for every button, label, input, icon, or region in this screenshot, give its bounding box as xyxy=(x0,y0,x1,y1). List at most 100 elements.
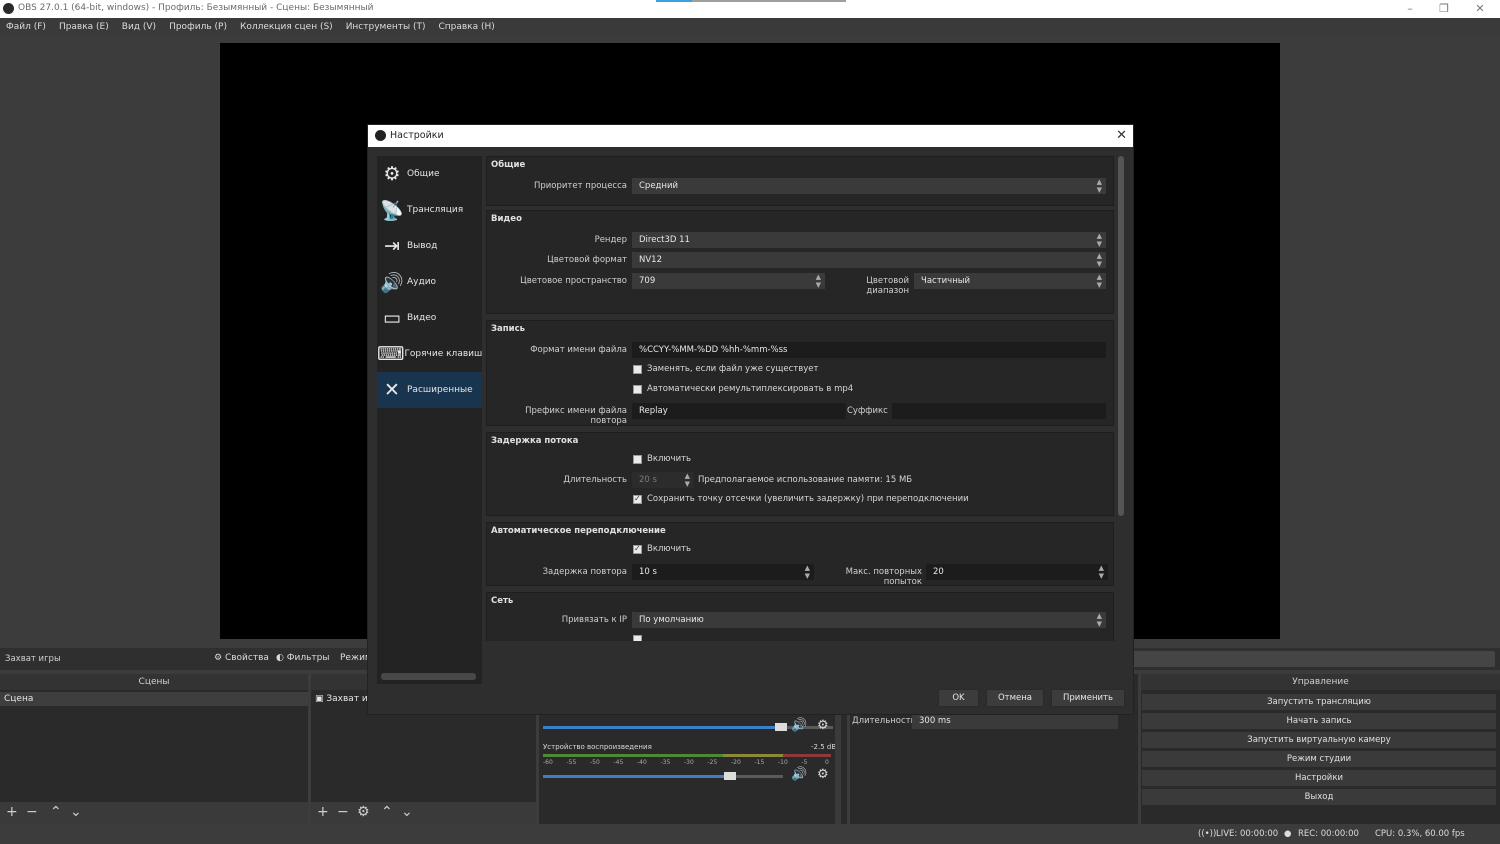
minimize-button[interactable]: – xyxy=(1400,2,1420,16)
menu-help[interactable]: Справка (H) xyxy=(438,22,494,32)
start-streaming-button[interactable]: Запустить трансляцию xyxy=(1142,694,1496,710)
category-label: Аудио xyxy=(407,277,437,287)
broadcast-icon: 📡 xyxy=(380,199,404,222)
meter-tick-label: 0 xyxy=(825,759,829,766)
preserve-cutoff-checkbox[interactable] xyxy=(633,494,642,504)
overwrite-label: Заменять, если файл уже существует xyxy=(647,364,819,374)
menu-edit[interactable]: Правка (E) xyxy=(59,22,109,32)
speaker-icon[interactable]: 🔊 xyxy=(791,767,807,782)
add-icon[interactable]: + xyxy=(317,804,329,820)
add-icon[interactable]: + xyxy=(6,804,18,820)
category-label: Трансляция xyxy=(407,205,464,215)
updown-icon: ▲ ▼ xyxy=(804,564,810,580)
exit-button[interactable]: Выход xyxy=(1142,789,1496,805)
volume-slider-handle[interactable] xyxy=(774,723,787,731)
filename-format-input[interactable]: %CCYY-%MM-%DD %hh-%mm-%ss xyxy=(632,342,1106,358)
gear-icon[interactable]: ⚙ xyxy=(817,718,829,733)
updown-icon: ▲ ▼ xyxy=(1096,273,1102,289)
start-virtual-camera-button[interactable]: Запустить виртуальную камеру xyxy=(1142,732,1496,748)
category-hotkeys[interactable]: ⌨ Горячие клавиши xyxy=(377,336,482,372)
category-general[interactable]: ⚙ Общие xyxy=(377,156,482,192)
menu-scene-collection[interactable]: Коллекция сцен (S) xyxy=(240,22,333,32)
cancel-button[interactable]: Отмена xyxy=(986,689,1044,707)
advanced-settings-panel: Общие Приоритет процесса Средний ▲ ▼ Виде… xyxy=(486,156,1114,641)
color-space-select[interactable]: 709 ▲ ▼ xyxy=(632,273,825,289)
menu-profile[interactable]: Профиль (P) xyxy=(169,22,227,32)
category-video[interactable]: ▭ Видео xyxy=(377,300,482,336)
replay-prefix-input[interactable]: Replay xyxy=(632,403,846,419)
suffix-input[interactable] xyxy=(892,403,1106,419)
close-icon[interactable]: ✕ xyxy=(1116,128,1127,143)
color-format-select[interactable]: NV12 ▲ ▼ xyxy=(632,252,1106,268)
category-audio[interactable]: 🔊 Аудио xyxy=(377,264,482,300)
renderer-select[interactable]: Direct3D 11 ▲ ▼ xyxy=(632,232,1106,248)
suffix-label: Суффикс xyxy=(847,406,888,416)
sources-footer: + − ⚙ ⌃ ⌄ xyxy=(311,802,536,824)
remove-icon[interactable]: − xyxy=(26,804,38,820)
network-option-checkbox[interactable] xyxy=(633,635,642,641)
updown-icon: ▲ ▼ xyxy=(1096,232,1102,248)
meter-tick-label: -50 xyxy=(590,759,600,766)
bind-ip-value: По умолчанию xyxy=(639,615,704,625)
controls-header: Управление xyxy=(1141,674,1500,690)
reconnect-enable-checkbox[interactable] xyxy=(633,544,642,554)
transition-duration-input[interactable]: 300 ms xyxy=(912,713,1118,729)
max-retries-input[interactable]: 20 ▲ ▼ xyxy=(926,564,1108,580)
meter-tick-label: -15 xyxy=(754,759,765,766)
start-recording-button[interactable]: Начать запись xyxy=(1142,713,1496,729)
filters-button[interactable]: ◐ Фильтры xyxy=(276,653,329,663)
scene-item[interactable]: Сцена xyxy=(0,692,308,706)
category-output[interactable]: ⇥ Вывод xyxy=(377,228,482,264)
gear-icon[interactable]: ⚙ xyxy=(357,804,370,820)
properties-button[interactable]: ⚙ Свойства xyxy=(214,653,269,663)
filters-label: Фильтры xyxy=(286,653,330,663)
retry-delay-input[interactable]: 10 s ▲ ▼ xyxy=(632,564,814,580)
category-scrollbar[interactable] xyxy=(381,673,476,680)
speaker-icon[interactable]: 🔊 xyxy=(791,718,807,733)
meter-tick-label: -25 xyxy=(707,759,718,766)
bind-ip-select[interactable]: По умолчанию ▲ ▼ xyxy=(632,612,1106,628)
group-network: Сеть Привязать к IP По умолчанию ▲ ▼ xyxy=(486,592,1114,641)
scenes-footer: + − ⌃ ⌄ xyxy=(0,802,308,824)
menu-tools[interactable]: Инструменты (T) xyxy=(346,22,426,32)
remux-label: Автоматически ремультиплексировать в mp4 xyxy=(647,384,854,394)
move-down-icon[interactable]: ⌄ xyxy=(70,804,82,820)
stream-delay-enable-checkbox[interactable] xyxy=(633,455,642,464)
transition-duration-value: 300 ms xyxy=(919,716,951,726)
settings-button[interactable]: Настройки xyxy=(1142,770,1496,786)
category-advanced[interactable]: ✕ Расширенные xyxy=(377,372,482,408)
remove-icon[interactable]: − xyxy=(337,804,349,820)
preserve-cutoff-label: Сохранить точку отсечки (увеличить задер… xyxy=(647,494,969,504)
category-label: Горячие клавиши xyxy=(404,349,482,359)
menu-file[interactable]: Файл (F) xyxy=(6,22,46,32)
device-volume-handle[interactable] xyxy=(724,772,737,780)
category-stream[interactable]: 📡 Трансляция xyxy=(377,192,482,228)
source-toolbar-combo[interactable] xyxy=(1130,651,1495,667)
restore-button[interactable]: ❐ xyxy=(1434,2,1454,16)
move-up-icon[interactable]: ⌃ xyxy=(381,804,393,820)
settings-category-list: ⚙ Общие 📡 Трансляция ⇥ Вывод 🔊 Аудио ▭ Видео … xyxy=(377,156,482,684)
settings-titlebar: Настройки ✕ xyxy=(368,125,1133,147)
scenes-dock: Сцены Сцена + − ⌃ ⌄ xyxy=(0,674,308,824)
updown-icon: ▲ ▼ xyxy=(1096,612,1102,628)
max-retries-label: Макс. повторных попыток xyxy=(845,567,922,587)
stream-delay-duration-input[interactable]: 20 s ▲ ▼ xyxy=(632,472,694,488)
color-range-select[interactable]: Частичный ▲ ▼ xyxy=(914,273,1106,289)
move-down-icon[interactable]: ⌄ xyxy=(401,804,413,820)
gear-icon[interactable]: ⚙ xyxy=(817,767,829,782)
transition-duration-label: Длительность xyxy=(852,716,916,726)
studio-mode-button[interactable]: Режим студии xyxy=(1142,751,1496,767)
ok-button[interactable]: OK xyxy=(938,689,979,707)
menu-view[interactable]: Вид (V) xyxy=(122,22,156,32)
move-up-icon[interactable]: ⌃ xyxy=(50,804,62,820)
gear-icon: ⚙ xyxy=(383,163,401,185)
close-window-button[interactable]: ✕ xyxy=(1470,2,1490,16)
priority-label: Приоритет процесса xyxy=(534,181,627,191)
settings-scrollbar[interactable] xyxy=(1118,156,1124,516)
group-header: Автоматическое переподключение xyxy=(491,526,666,536)
group-header: Запись xyxy=(491,324,526,334)
remux-checkbox[interactable] xyxy=(633,385,642,394)
apply-button[interactable]: Применить xyxy=(1051,689,1125,707)
overwrite-checkbox[interactable] xyxy=(633,365,642,374)
priority-select[interactable]: Средний ▲ ▼ xyxy=(632,178,1106,194)
